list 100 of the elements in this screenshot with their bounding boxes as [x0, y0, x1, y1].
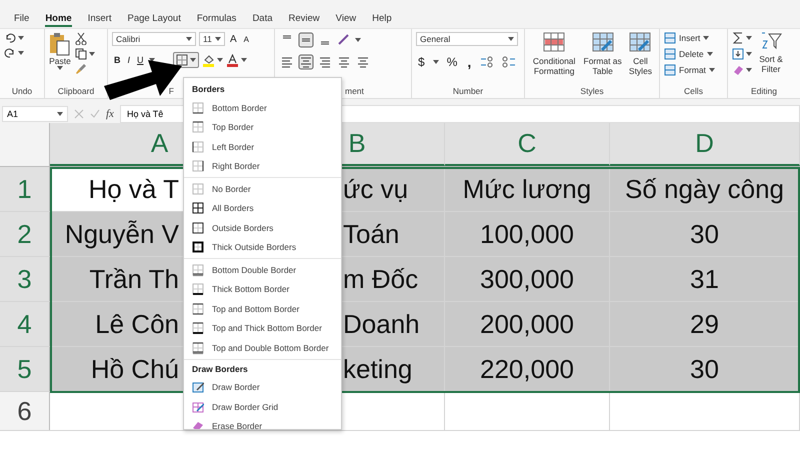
group-label: Editing	[751, 86, 777, 96]
style-button[interactable]: Conditional Formatting	[529, 32, 580, 76]
menu-item[interactable]: All Borders	[184, 198, 341, 218]
menu-item[interactable]: Top and Bottom Border	[184, 299, 341, 318]
number-format-field[interactable]: General	[416, 32, 518, 46]
format-cells-button[interactable]: Format	[664, 64, 715, 76]
fill-down-icon[interactable]	[732, 48, 744, 60]
delete-cells-button[interactable]: Delete	[664, 48, 715, 60]
border-icon	[192, 121, 204, 134]
caret-icon[interactable]	[89, 52, 95, 56]
table-cell: 29	[690, 308, 719, 340]
ribbon-tab[interactable]: Data	[244, 11, 281, 28]
caret-icon[interactable]	[186, 37, 192, 41]
menu-item[interactable]: Erase Border	[184, 416, 341, 429]
table-cell: 100,000	[480, 218, 574, 250]
column-header[interactable]: C	[445, 123, 610, 166]
cell-styles-icon	[629, 32, 652, 52]
caret-icon[interactable]	[432, 60, 439, 64]
check-icon[interactable]	[90, 109, 100, 119]
caret-icon[interactable]	[57, 66, 63, 70]
eraser-icon	[192, 420, 204, 429]
row-header[interactable]: 3	[0, 257, 50, 301]
caret-icon[interactable]	[746, 52, 752, 56]
font-color-icon[interactable]	[226, 54, 239, 66]
ribbon-tab[interactable]: Review	[280, 11, 328, 28]
caret-icon[interactable]	[355, 38, 361, 42]
font-size-field[interactable]: 11	[199, 32, 225, 46]
table-cell: Mức lương	[462, 174, 592, 204]
caret-icon[interactable]	[18, 51, 24, 55]
menu-item[interactable]: Top and Double Bottom Border	[184, 338, 341, 358]
caret-icon[interactable]	[18, 36, 24, 40]
row-header[interactable]: 2	[0, 212, 50, 256]
table-cell: Nguyễn V	[64, 218, 179, 250]
ribbon-tab[interactable]: Help	[364, 11, 400, 28]
ribbon-tab[interactable]: View	[328, 11, 364, 28]
table-cell: 300,000	[480, 264, 574, 294]
ribbon-tab[interactable]: Home	[37, 11, 80, 28]
italic-button[interactable]: I	[126, 55, 132, 65]
caret-icon[interactable]	[148, 58, 155, 62]
menu-item[interactable]: Thick Outside Borders	[184, 238, 341, 257]
menu-item[interactable]: Thick Bottom Border	[184, 280, 341, 299]
menu-item[interactable]: Top and Thick Bottom Border	[184, 318, 341, 338]
border-icon	[192, 102, 204, 114]
style-button[interactable]: Cell Styles	[626, 32, 655, 76]
currency-button[interactable]: $	[416, 55, 427, 69]
decrease-decimal-icon[interactable]	[501, 54, 518, 70]
insert-function-button[interactable]: fx	[106, 108, 114, 120]
caret-icon[interactable]	[703, 36, 710, 40]
caret-icon[interactable]	[215, 37, 221, 41]
sum-icon[interactable]	[732, 32, 744, 44]
percent-button[interactable]: %	[444, 55, 460, 69]
menu-item[interactable]: Draw Border	[184, 378, 341, 397]
ribbon-tab[interactable]: Insert	[80, 11, 120, 28]
shrink-font-button[interactable]: A	[242, 34, 252, 44]
ribbon-tab[interactable]: Formulas	[188, 11, 244, 28]
scissors-icon[interactable]	[75, 32, 87, 45]
row-header[interactable]: 5	[0, 347, 50, 391]
row-header[interactable]: 4	[0, 302, 50, 346]
clipboard-icon	[49, 32, 71, 56]
underline-button[interactable]: U	[135, 55, 146, 65]
undo-icon[interactable]	[4, 32, 16, 44]
caret-icon[interactable]	[240, 58, 247, 62]
font-name-field[interactable]: Calibri	[112, 32, 196, 46]
grow-font-button[interactable]: A	[228, 34, 239, 44]
caret-icon[interactable]	[508, 37, 514, 41]
borders-button[interactable]	[172, 52, 199, 68]
ribbon-tab[interactable]: File	[6, 11, 38, 28]
menu-item[interactable]: Draw Border Grid	[184, 397, 341, 416]
menu-item[interactable]: Bottom Border	[184, 98, 341, 118]
caret-icon[interactable]	[57, 112, 63, 116]
menu-item[interactable]: Outside Borders	[184, 218, 341, 238]
paste-button[interactable]: Paste	[49, 32, 71, 70]
caret-icon[interactable]	[746, 36, 752, 40]
style-button[interactable]: Format as Table	[582, 32, 623, 76]
caret-icon[interactable]	[746, 68, 752, 72]
fill-color-icon[interactable]	[202, 54, 215, 66]
center-align-icon[interactable]	[298, 54, 314, 70]
bold-button[interactable]: B	[112, 55, 122, 65]
insert-cells-button[interactable]: Insert	[664, 32, 715, 44]
column-header[interactable]: D	[610, 123, 800, 166]
ribbon-tab[interactable]: Page Layout	[119, 11, 189, 28]
group-label: F	[168, 86, 174, 96]
increase-decimal-icon[interactable]	[479, 54, 496, 70]
comma-button[interactable]: ,	[465, 54, 474, 70]
eraser-icon[interactable]	[732, 64, 744, 76]
caret-icon[interactable]	[216, 58, 223, 62]
middle-align-icon[interactable]	[298, 32, 314, 48]
row-header[interactable]: 6	[0, 392, 50, 430]
caret-icon[interactable]	[190, 58, 196, 62]
redo-icon[interactable]	[4, 47, 16, 59]
name-box[interactable]: A1	[2, 106, 68, 122]
caret-icon[interactable]	[706, 52, 713, 56]
formula-field[interactable]: Họ và Tê	[126, 109, 164, 119]
menu-item[interactable]: No Border	[184, 179, 341, 198]
row-header[interactable]: 1	[0, 167, 50, 211]
caret-icon[interactable]	[708, 68, 715, 72]
table-cell: m Đốc	[343, 264, 418, 294]
menu-item[interactable]: Bottom Double Border	[184, 260, 341, 280]
copy-icon[interactable]	[75, 48, 87, 60]
sort-filter-button[interactable]: Sort & Filter	[756, 32, 786, 74]
